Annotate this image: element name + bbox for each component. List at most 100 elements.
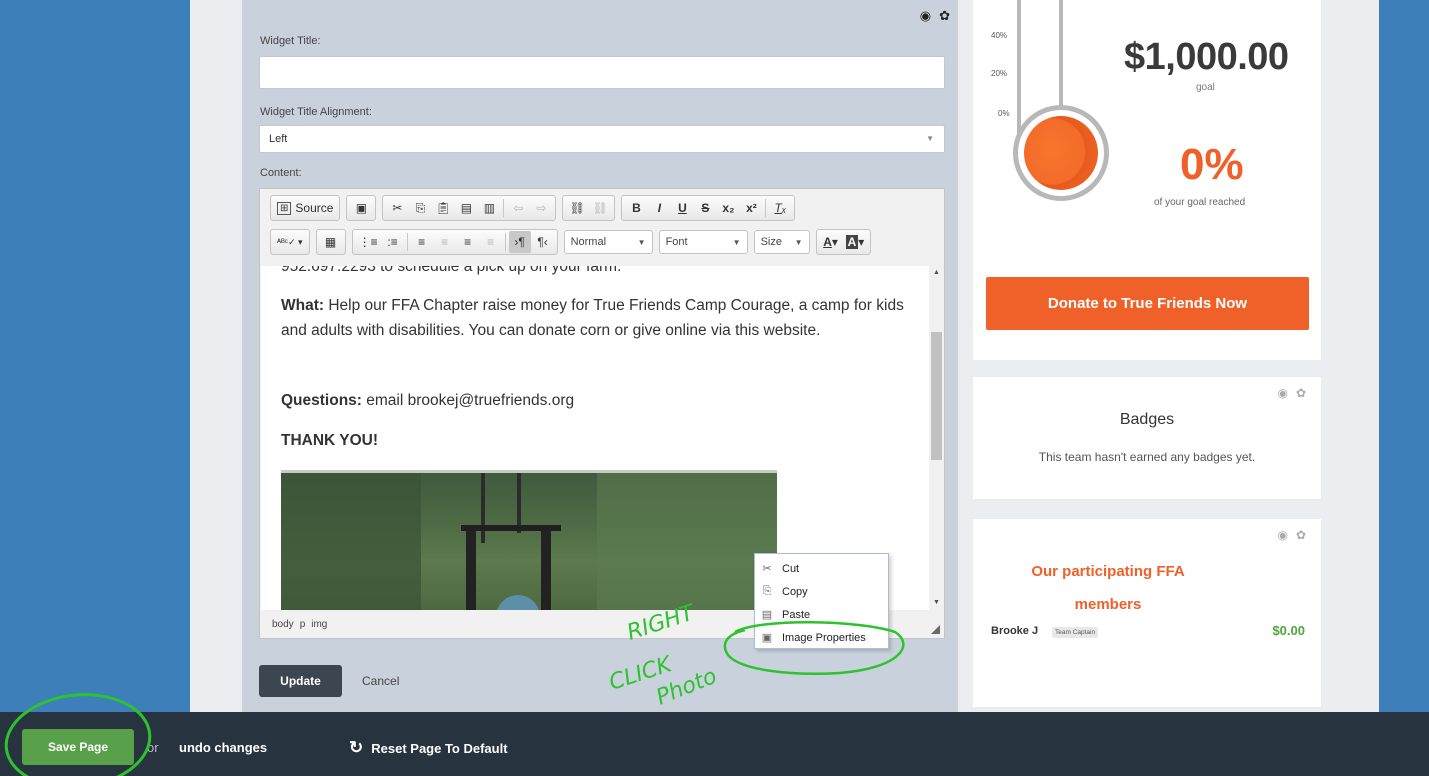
content-line-phone: 952.697.2293 to schedule a pick up on yo…: [281, 266, 622, 275]
toolbar-group-source: ⊞ Source: [270, 195, 341, 221]
fundraising-thermometer-card: 40% 20% 0% $1,000.00 goal 0% of your goa…: [973, 0, 1321, 360]
photo-foliage: [597, 473, 777, 610]
image-icon: ▣: [761, 632, 773, 644]
resize-handle-icon[interactable]: [931, 625, 940, 634]
photo-strap: [466, 531, 476, 610]
source-button[interactable]: ⊞ Source: [274, 197, 336, 219]
chevron-down-icon: ▼: [637, 237, 646, 247]
context-menu-copy[interactable]: ⎘ Copy: [755, 580, 888, 603]
format-select[interactable]: Normal ▼: [563, 230, 653, 254]
italic-icon[interactable]: I: [648, 197, 670, 219]
superscript-icon[interactable]: x²: [740, 197, 762, 219]
image-icon[interactable]: ▣: [350, 197, 372, 219]
eye-icon[interactable]: ◉: [1277, 528, 1287, 542]
member-name[interactable]: Brooke J: [991, 625, 1038, 637]
rtl-direction-icon[interactable]: ¶‹: [532, 231, 554, 253]
element-path-img[interactable]: img: [311, 619, 327, 630]
card-tools: ◉ ✿: [1277, 528, 1306, 542]
goal-amount: $1,000.00: [1124, 36, 1289, 78]
align-center-icon[interactable]: ≡: [434, 231, 456, 253]
copy-icon[interactable]: ⎘: [409, 197, 431, 219]
link-icon[interactable]: ⛓: [566, 197, 588, 219]
toolbar-group-table: ▦: [315, 229, 346, 255]
separator: [406, 233, 408, 251]
scroll-thumb[interactable]: [931, 332, 942, 460]
content-thanks: THANK YOU!: [281, 432, 379, 449]
widget-title-input[interactable]: [259, 56, 945, 89]
background-color-icon[interactable]: A ▾: [843, 231, 868, 253]
update-button[interactable]: Update: [259, 665, 342, 697]
donate-button[interactable]: Donate to True Friends Now: [986, 277, 1309, 330]
reset-page-button[interactable]: ↻ Reset Page To Default: [349, 738, 508, 758]
element-path-p[interactable]: p: [300, 619, 306, 630]
toolbar-row-2: ᴬᴮᶜ✓ ▾ ▦ ⋮≡ :≡ ≡ ≡ ≡ ≡ ›¶ ¶‹ Normal ▼ Fo…: [270, 229, 872, 255]
element-path-body[interactable]: body: [272, 619, 294, 630]
camp-photo[interactable]: [281, 470, 777, 610]
context-menu: ✂ Cut ⎘ Copy ▤ Paste ▣ Image Properties: [754, 553, 889, 649]
font-select[interactable]: Font ▼: [658, 230, 748, 254]
cut-icon[interactable]: ✂: [386, 197, 408, 219]
context-menu-paste[interactable]: ▤ Paste: [755, 603, 888, 626]
photo-foliage: [281, 473, 421, 610]
editor-scrollbar[interactable]: ▲ ▼: [929, 266, 944, 610]
scroll-up-icon[interactable]: ▲: [929, 266, 944, 280]
widget-title-alignment-label: Widget Title Alignment:: [260, 106, 372, 118]
spellcheck-icon[interactable]: ᴬᴮᶜ✓ ▾: [274, 231, 306, 253]
tick-label: 40%: [991, 31, 1008, 40]
cancel-link[interactable]: Cancel: [362, 674, 399, 688]
chevron-down-icon: ▼: [926, 134, 934, 143]
scissors-icon: ✂: [762, 563, 772, 575]
redo-icon[interactable]: ⇨: [530, 197, 552, 219]
align-left-icon[interactable]: ≡: [411, 231, 433, 253]
toolbar-group-clipboard: ✂ ⎘ 📋︎ ▤ ▥ ⇦ ⇨: [382, 195, 557, 221]
context-menu-image-properties[interactable]: ▣ Image Properties: [755, 626, 888, 649]
subscript-icon[interactable]: x₂: [717, 197, 739, 219]
text-color-icon[interactable]: A ▾: [820, 231, 842, 253]
photo-helmet: [496, 595, 540, 610]
paste-icon[interactable]: 📋︎: [432, 197, 454, 219]
bold-icon[interactable]: B: [625, 197, 647, 219]
eye-icon[interactable]: ◉: [920, 8, 931, 24]
members-title: Our participating FFA members: [1031, 563, 1185, 613]
content-paragraph-what: What: Help our FFA Chapter raise money f…: [281, 293, 911, 343]
paste-text-icon[interactable]: ▤: [455, 197, 477, 219]
gear-icon[interactable]: ✿: [939, 8, 950, 24]
align-justify-icon[interactable]: ≡: [480, 231, 502, 253]
widget-title-label: Widget Title:: [260, 35, 321, 47]
photo-rope: [517, 473, 521, 533]
widget-title-alignment-select[interactable]: Left ▼: [259, 125, 945, 153]
chevron-down-icon: ▼: [732, 237, 741, 247]
toolbar-group-image: ▣: [346, 195, 377, 221]
source-icon: ⊞: [277, 201, 292, 215]
scroll-down-icon[interactable]: ▼: [929, 596, 944, 610]
size-select[interactable]: Size ▼: [753, 230, 810, 254]
numbered-list-icon[interactable]: ⋮≡: [356, 231, 381, 253]
alignment-value: Left: [269, 133, 288, 145]
align-right-icon[interactable]: ≡: [457, 231, 479, 253]
table-icon[interactable]: ▦: [320, 231, 342, 253]
context-menu-cut[interactable]: ✂ Cut: [755, 557, 888, 580]
underline-icon[interactable]: U: [671, 197, 693, 219]
eye-icon[interactable]: ◉: [1277, 386, 1287, 400]
undo-icon[interactable]: ⇦: [507, 197, 529, 219]
photo-strap: [541, 531, 551, 610]
unlink-icon[interactable]: ⛓: [589, 197, 611, 219]
strikethrough-icon[interactable]: S: [694, 197, 716, 219]
gear-icon[interactable]: ✿: [1296, 386, 1306, 400]
member-amount: $0.00: [1272, 623, 1305, 638]
ltr-direction-icon[interactable]: ›¶: [508, 231, 531, 253]
tick-label: 20%: [991, 69, 1008, 78]
context-menu-label: Image Properties: [782, 631, 866, 644]
save-page-button[interactable]: Save Page: [22, 729, 134, 765]
what-label: What:: [281, 297, 325, 314]
format-value: Normal: [570, 236, 607, 248]
separator: [765, 199, 767, 217]
paste-word-icon[interactable]: ▥: [478, 197, 500, 219]
bulleted-list-icon[interactable]: :≡: [382, 231, 404, 253]
undo-changes-link[interactable]: undo changes: [179, 740, 267, 755]
toolbar-group-paragraph: ⋮≡ :≡ ≡ ≡ ≡ ≡ ›¶ ¶‹: [351, 229, 558, 255]
context-menu-label: Cut: [782, 562, 800, 575]
gear-icon[interactable]: ✿: [1296, 528, 1306, 542]
remove-format-icon[interactable]: Tₓ: [769, 197, 791, 219]
paste-icon: ▤: [761, 609, 773, 621]
